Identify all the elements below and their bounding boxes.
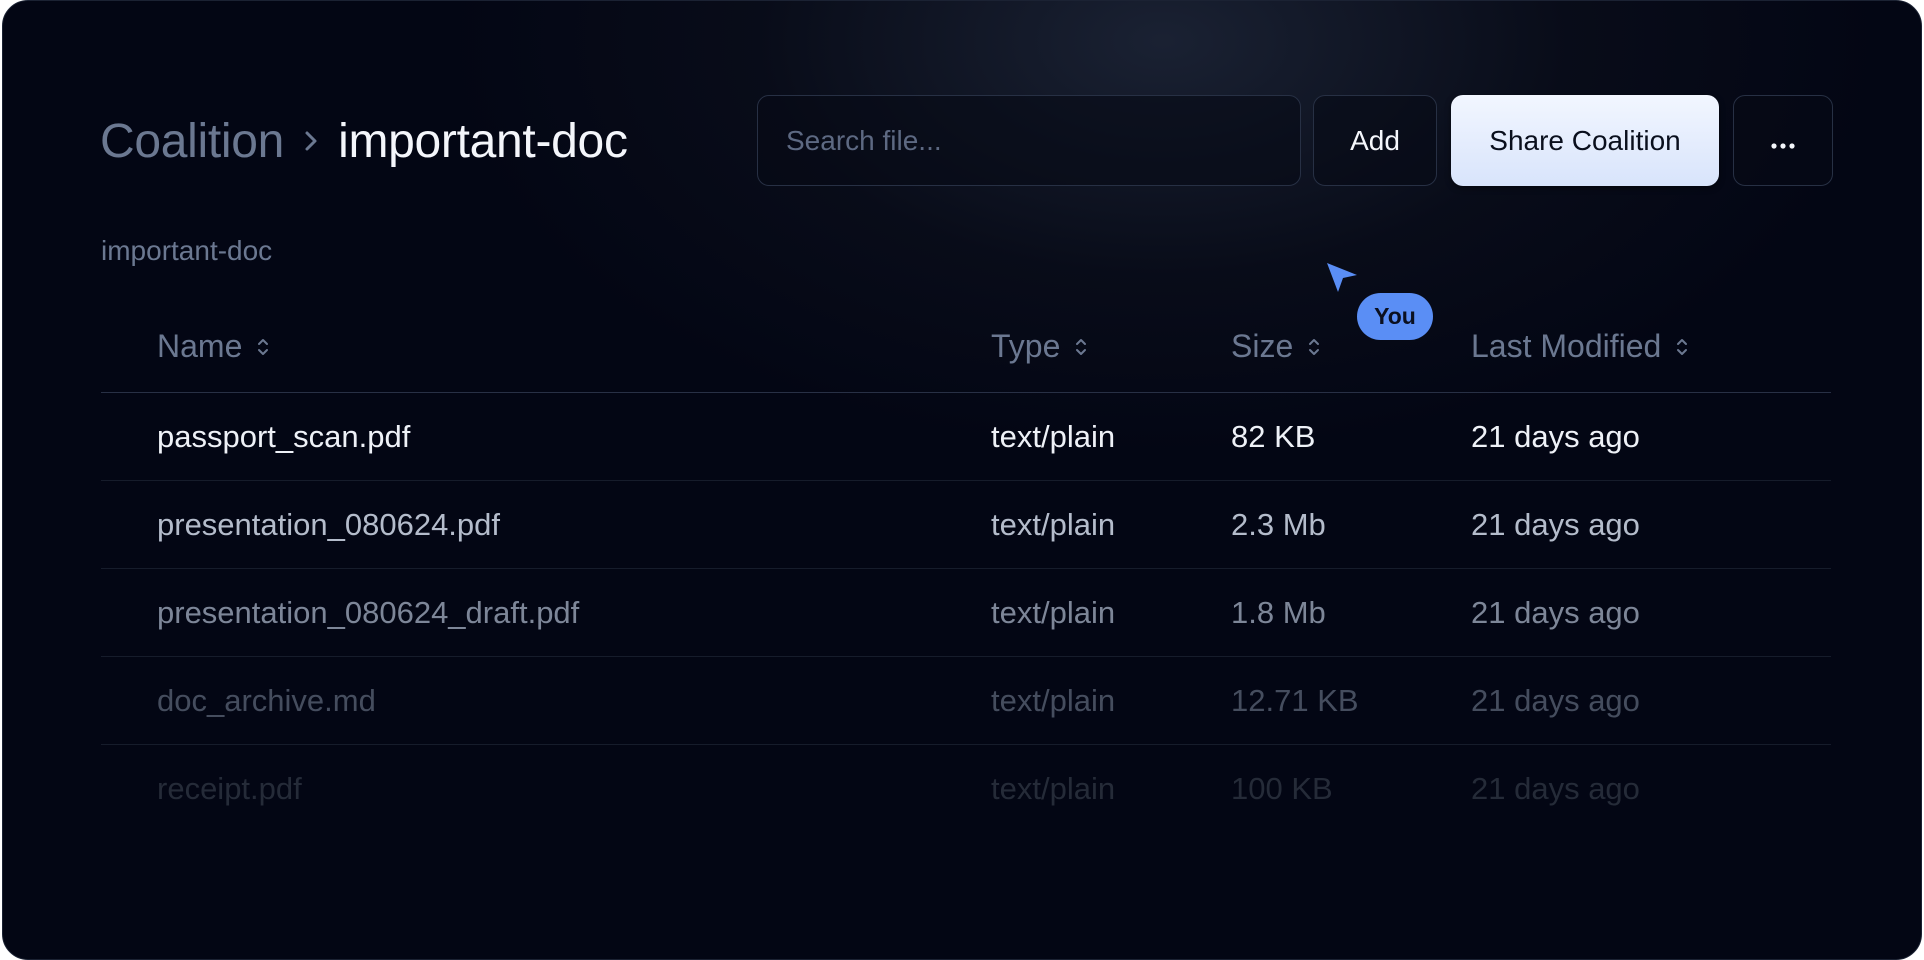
file-modified: 21 days ago [1471, 595, 1640, 630]
table-row[interactable]: presentation_080624.pdf text/plain 2.3 M… [101, 481, 1831, 569]
more-options-button[interactable] [1733, 95, 1833, 186]
table-row[interactable]: presentation_080624_draft.pdf text/plain… [101, 569, 1831, 657]
file-modified: 21 days ago [1471, 683, 1640, 718]
breadcrumb-root-link[interactable]: Coalition [100, 114, 284, 169]
more-horizontal-icon [1770, 125, 1796, 157]
column-header-label: Type [991, 328, 1061, 364]
file-modified: 21 days ago [1471, 419, 1640, 454]
sort-icon [1074, 336, 1088, 358]
sort-icon [256, 336, 270, 358]
file-name[interactable]: doc_archive.md [157, 683, 376, 719]
file-browser-panel: Coalition important-doc Add Share Coalit… [2, 0, 1922, 960]
file-modified: 21 days ago [1471, 507, 1640, 542]
column-header-label: Name [157, 328, 243, 364]
search-box[interactable] [757, 95, 1301, 186]
breadcrumb-current: important-doc [338, 114, 628, 168]
share-coalition-button[interactable]: Share Coalition [1451, 95, 1719, 186]
column-header-type[interactable]: Type [991, 328, 1088, 365]
file-name[interactable]: presentation_080624.pdf [157, 507, 500, 543]
file-size: 82 KB [1231, 419, 1316, 454]
file-type: text/plain [991, 771, 1116, 806]
file-type: text/plain [991, 683, 1116, 718]
table-row[interactable]: passport_scan.pdf text/plain 82 KB 21 da… [101, 393, 1831, 481]
table-header: Name Type Size Last Modified [101, 306, 1831, 393]
table-row[interactable]: receipt.pdf text/plain 100 KB 21 days ag… [101, 745, 1831, 832]
presence-cursor-label: You [1357, 293, 1433, 340]
file-size: 12.71 KB [1231, 683, 1359, 718]
column-header-name[interactable]: Name [157, 328, 270, 365]
chevron-right-icon [298, 121, 324, 161]
file-type: text/plain [991, 595, 1116, 630]
file-size: 2.3 Mb [1231, 507, 1326, 542]
table-row[interactable]: doc_archive.md text/plain 12.71 KB 21 da… [101, 657, 1831, 745]
file-type: text/plain [991, 507, 1116, 542]
sort-icon [1307, 336, 1321, 358]
file-modified: 21 days ago [1471, 771, 1640, 806]
column-header-label: Last Modified [1471, 328, 1662, 364]
add-button[interactable]: Add [1313, 95, 1437, 186]
column-header-size[interactable]: Size [1231, 328, 1321, 365]
sort-icon [1675, 336, 1689, 358]
column-header-label: Size [1231, 328, 1294, 364]
file-type: text/plain [991, 419, 1116, 454]
column-header-last-modified[interactable]: Last Modified [1471, 328, 1689, 365]
file-size: 100 KB [1231, 771, 1333, 806]
file-name[interactable]: receipt.pdf [157, 771, 302, 807]
file-table: Name Type Size Last Modified passport_sc… [101, 306, 1831, 832]
file-size: 1.8 Mb [1231, 595, 1326, 630]
search-input[interactable] [784, 123, 1300, 158]
file-name[interactable]: presentation_080624_draft.pdf [157, 595, 579, 631]
file-name[interactable]: passport_scan.pdf [157, 419, 410, 455]
breadcrumb: Coalition important-doc [100, 111, 628, 171]
cursor-arrow-icon [1327, 263, 1357, 292]
folder-label: important-doc [101, 235, 273, 266]
